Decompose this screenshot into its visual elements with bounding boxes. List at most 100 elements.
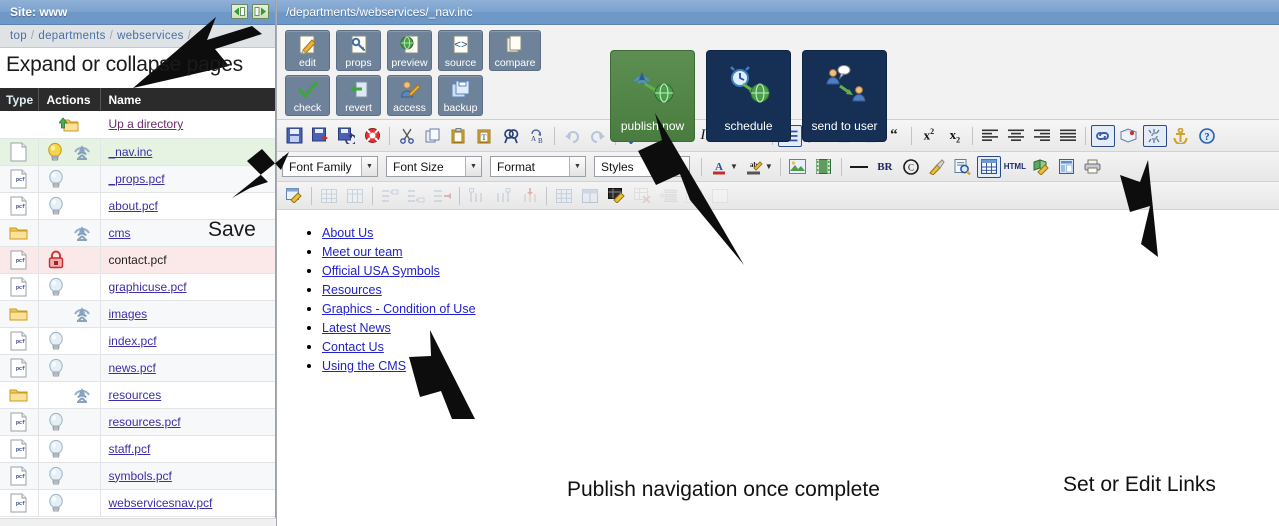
save-as-icon[interactable]	[334, 125, 358, 147]
superscript-icon[interactable]: x2	[917, 125, 941, 147]
access-button[interactable]: access	[387, 75, 432, 116]
styles-select[interactable]: Styles ▼	[594, 156, 690, 177]
lightbulb-off-icon[interactable]	[47, 331, 65, 351]
compare-button[interactable]: compare	[489, 30, 541, 71]
table-row[interactable]: pcf resources.pcf	[0, 408, 275, 436]
schedule-button[interactable]: schedule	[706, 50, 791, 142]
revert-button[interactable]: revert	[336, 75, 381, 116]
nav-link[interactable]: Latest News	[322, 321, 391, 335]
merge-cells-icon[interactable]	[552, 185, 576, 207]
table-row[interactable]: pcf graphicuse.pcf	[0, 273, 275, 301]
file-link[interactable]: Up a directory	[109, 117, 184, 131]
format-select[interactable]: Format ▼	[490, 156, 586, 177]
clear-icon[interactable]	[708, 185, 732, 207]
lightbulb-off-icon[interactable]	[47, 412, 65, 432]
font-size-select[interactable]: Font Size ▼	[386, 156, 482, 177]
preview-button[interactable]: preview	[387, 30, 432, 71]
table-row[interactable]: Up a directory	[0, 111, 275, 139]
table-properties-icon[interactable]	[282, 185, 306, 207]
undo-icon[interactable]	[560, 125, 584, 147]
lightbulb-off-icon[interactable]	[47, 439, 65, 459]
font-family-select[interactable]: Font Family ▼	[282, 156, 378, 177]
column-header-actions[interactable]: Actions	[38, 88, 101, 111]
file-link[interactable]: _props.pcf	[109, 172, 165, 186]
file-link[interactable]: graphicuse.pcf	[109, 280, 187, 294]
redo-icon[interactable]	[586, 125, 610, 147]
copy-icon[interactable]	[421, 125, 445, 147]
help-icon[interactable]: ?	[1195, 125, 1219, 147]
col-before-icon[interactable]	[465, 185, 489, 207]
send-to-user-button[interactable]: send to user	[802, 50, 887, 142]
snippet-icon[interactable]	[1055, 156, 1079, 178]
align-right-icon[interactable]	[1030, 125, 1054, 147]
align-left-icon[interactable]	[978, 125, 1002, 147]
nav-link[interactable]: Graphics - Condition of Use	[322, 302, 476, 316]
file-link[interactable]: symbols.pcf	[109, 469, 172, 483]
lightbulb-off-icon[interactable]	[47, 277, 65, 297]
lock-icon[interactable]	[47, 250, 65, 269]
table-row[interactable]: images	[0, 300, 275, 328]
table-row[interactable]: pcf contact.pcf	[0, 246, 275, 274]
table-layout-icon[interactable]	[656, 185, 680, 207]
remove-link-icon[interactable]	[1142, 124, 1167, 147]
col-after-icon[interactable]	[491, 185, 515, 207]
file-link[interactable]: cms	[109, 226, 131, 240]
table-row[interactable]: pcf index.pcf	[0, 327, 275, 355]
table-row[interactable]: pcf _props.pcf	[0, 165, 275, 193]
table-row[interactable]: pcf news.pcf	[0, 354, 275, 382]
edit-template-icon[interactable]	[1029, 156, 1053, 178]
subscript-icon[interactable]: x2	[943, 125, 967, 147]
cell-properties-icon[interactable]	[604, 185, 628, 207]
file-link[interactable]: webservicesnav.pcf	[109, 496, 213, 510]
table-row[interactable]: resources	[0, 381, 275, 409]
insert-link-icon[interactable]	[1090, 124, 1115, 147]
publish-icon[interactable]	[72, 223, 92, 242]
horizontal-rule-icon[interactable]	[847, 156, 871, 178]
file-link[interactable]: images	[109, 307, 148, 321]
lightbulb-off-icon[interactable]	[47, 466, 65, 486]
breadcrumb-item-webservices[interactable]: webservices	[117, 30, 184, 42]
delete-table-icon[interactable]	[630, 185, 654, 207]
lightbulb-off-icon[interactable]	[47, 196, 65, 216]
cut-icon[interactable]	[395, 125, 419, 147]
text-color-dropdown-icon[interactable]: ▼	[730, 162, 738, 171]
anchor-icon[interactable]	[1169, 125, 1193, 147]
table-row[interactable]: pcf staff.pcf	[0, 435, 275, 463]
breadcrumb-item-top[interactable]: top	[10, 30, 27, 42]
file-link[interactable]: index.pcf	[109, 334, 157, 348]
insert-column-icon[interactable]	[343, 185, 367, 207]
line-break-icon[interactable]: BR	[873, 156, 897, 178]
text-color-icon[interactable]: A	[707, 156, 731, 178]
wysiwyg-content-area[interactable]: About Us Meet our team Official USA Symbol…	[276, 210, 1279, 526]
unlink-page-icon[interactable]	[1117, 125, 1141, 147]
chevron-down-icon[interactable]: ▼	[569, 157, 585, 176]
save-and-exit-icon[interactable]	[308, 125, 332, 147]
table-row[interactable]: pcf webservicesnav.pcf	[0, 489, 275, 517]
find-in-page-icon[interactable]	[951, 156, 975, 178]
insert-media-icon[interactable]	[812, 156, 836, 178]
wrap-icon[interactable]	[682, 185, 706, 207]
nav-link[interactable]: Meet our team	[322, 245, 403, 259]
table-row[interactable]: _nav.inc	[0, 138, 275, 166]
file-link[interactable]: about.pcf	[109, 199, 158, 213]
save-icon[interactable]	[282, 125, 306, 147]
file-link[interactable]: _nav.inc	[109, 145, 153, 159]
publish-icon[interactable]	[72, 385, 92, 404]
publish-icon[interactable]	[72, 304, 92, 323]
show-table-borders-icon[interactable]	[976, 155, 1001, 178]
collapse-pages-icon[interactable]	[231, 4, 248, 19]
edit-button[interactable]: edit	[285, 30, 330, 71]
lightbulb-on-icon[interactable]	[46, 142, 64, 162]
nav-link[interactable]: Resources	[322, 283, 382, 297]
expand-collapse-controls[interactable]	[231, 4, 269, 19]
lightbulb-off-icon[interactable]	[47, 358, 65, 378]
nav-link[interactable]: Official USA Symbols	[322, 264, 440, 278]
paste-text-icon[interactable]: T	[473, 125, 497, 147]
source-button[interactable]: <> source	[438, 30, 483, 71]
check-button[interactable]: check	[285, 75, 330, 116]
column-header-type[interactable]: Type	[0, 88, 39, 111]
insert-image-icon[interactable]	[786, 156, 810, 178]
breadcrumb-item-departments[interactable]: departments	[38, 30, 105, 42]
align-center-icon[interactable]	[1004, 125, 1028, 147]
print-icon[interactable]	[1081, 156, 1105, 178]
